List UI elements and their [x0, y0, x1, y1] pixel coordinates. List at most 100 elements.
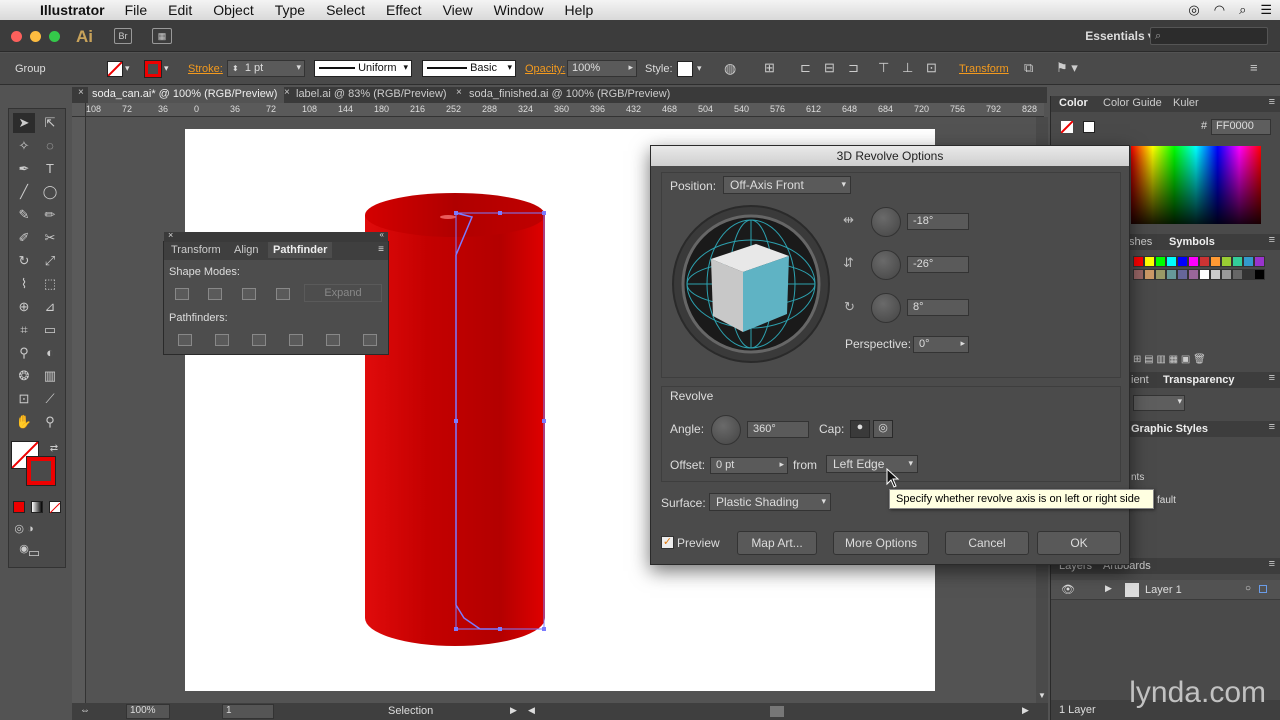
- menu-effect[interactable]: Effect: [386, 2, 422, 18]
- cap-on-button[interactable]: ●: [850, 420, 870, 438]
- ellipse-tool-icon[interactable]: ◯: [39, 182, 61, 202]
- unite-button[interactable]: [175, 288, 189, 300]
- anchor-point[interactable]: [454, 419, 458, 423]
- stroke-weight-field[interactable]: ⬍ 1 pt ▾: [227, 60, 305, 77]
- paintbrush-tool-icon[interactable]: ✎: [13, 205, 35, 225]
- offset-field[interactable]: 0 pt ▸: [710, 457, 788, 474]
- panel-menu-icon[interactable]: ≡: [1269, 234, 1275, 246]
- minus-back-button[interactable]: [363, 334, 377, 346]
- close-tab-icon[interactable]: ×: [456, 87, 462, 98]
- swatch[interactable]: [1243, 256, 1254, 267]
- panel-menu-icon[interactable]: ≡: [1269, 372, 1275, 384]
- line-tool-icon[interactable]: ╱: [13, 182, 35, 202]
- merge-button[interactable]: [252, 334, 266, 346]
- tab-align[interactable]: Align: [234, 244, 258, 256]
- brush-definition[interactable]: Basic ▾: [422, 60, 516, 77]
- artboard-number-field[interactable]: 1: [222, 704, 274, 719]
- isolate-group-icon[interactable]: ⧉: [1024, 60, 1033, 76]
- rotate-z-field[interactable]: 8°: [907, 299, 969, 316]
- layer-color-icon[interactable]: [1259, 585, 1267, 593]
- track-cube-widget[interactable]: [671, 204, 831, 364]
- swatch[interactable]: [1155, 256, 1166, 267]
- fill-swatch[interactable]: [107, 61, 123, 77]
- swatch[interactable]: [1133, 269, 1144, 280]
- transform-panel-link[interactable]: Transform: [959, 63, 1009, 75]
- anchor-point[interactable]: [498, 627, 502, 631]
- align-left-icon[interactable]: ⊏: [800, 60, 811, 76]
- swatch[interactable]: [1144, 269, 1155, 280]
- layer-row[interactable]: 👁 ▶ Layer 1 ○: [1051, 580, 1280, 600]
- tab-transform[interactable]: Transform: [171, 244, 221, 256]
- swatch[interactable]: [1188, 256, 1199, 267]
- menu-window[interactable]: Window: [494, 2, 544, 18]
- gradient-mode-icon[interactable]: [31, 501, 43, 513]
- direct-selection-tool-icon[interactable]: ⇱: [39, 113, 61, 133]
- tab-swatches[interactable]: shes: [1129, 236, 1152, 248]
- ruler-origin[interactable]: [72, 103, 86, 117]
- perspective-field[interactable]: 0° ▸: [913, 336, 969, 353]
- anchor-point[interactable]: [542, 419, 546, 423]
- menu-type[interactable]: Type: [275, 2, 305, 18]
- graphic-style-swatch[interactable]: [677, 61, 693, 77]
- close-panel-icon[interactable]: ×: [168, 230, 173, 240]
- blend-mode-dropdown[interactable]: ▾: [1133, 395, 1185, 411]
- spotlight-search-icon[interactable]: ⌕: [1239, 2, 1246, 18]
- color-mode-icon[interactable]: [13, 501, 25, 513]
- align-top-icon[interactable]: ⊤: [878, 60, 889, 76]
- stroke-swatch[interactable]: [144, 60, 162, 78]
- pen-tool-icon[interactable]: ✒: [13, 159, 35, 179]
- control-bar-menu-icon[interactable]: ≡: [1250, 60, 1258, 75]
- swatch[interactable]: [1155, 269, 1166, 280]
- map-art-button[interactable]: Map Art...: [737, 531, 817, 555]
- selection-tool-icon[interactable]: ➤: [13, 113, 35, 133]
- target-icon[interactable]: ○: [1245, 583, 1251, 594]
- menu-edit[interactable]: Edit: [168, 2, 192, 18]
- swatch[interactable]: [1199, 256, 1210, 267]
- stroke-panel-link[interactable]: Stroke:: [188, 63, 223, 75]
- fill-dropdown-icon[interactable]: ▾: [125, 63, 130, 74]
- rotate-y-field[interactable]: -26°: [907, 256, 969, 273]
- angle-knob[interactable]: [711, 415, 741, 445]
- status-menu-icon[interactable]: ▶: [510, 705, 517, 716]
- stroke-indicator[interactable]: [1083, 121, 1095, 133]
- crop-button[interactable]: [289, 334, 303, 346]
- swatch[interactable]: [1210, 256, 1221, 267]
- swatch[interactable]: [1166, 256, 1177, 267]
- current-tool-status[interactable]: Selection: [388, 705, 433, 717]
- gradient-tool-icon[interactable]: ▭: [39, 320, 61, 340]
- scissors-tool-icon[interactable]: ✂: [39, 228, 61, 248]
- position-dropdown[interactable]: Off-Axis Front ▾: [723, 176, 851, 194]
- anchor-point[interactable]: [454, 211, 458, 215]
- visibility-eye-icon[interactable]: 👁: [1061, 583, 1075, 596]
- panel-menu-icon[interactable]: ≡: [1269, 96, 1275, 108]
- opacity-field[interactable]: 100% ▸: [567, 60, 637, 77]
- graph-tool-icon[interactable]: ▥: [39, 366, 61, 386]
- slice-tool-icon[interactable]: ⟋: [39, 389, 61, 409]
- preview-checkbox[interactable]: ✓: [661, 536, 674, 549]
- pencil-tool-icon[interactable]: ✏: [39, 205, 61, 225]
- panel-menu-icon[interactable]: ≡: [378, 244, 384, 255]
- wifi-icon[interactable]: ◠: [1214, 2, 1225, 18]
- tab-color[interactable]: Color: [1059, 97, 1088, 109]
- notification-list-icon[interactable]: ☰: [1260, 2, 1272, 18]
- none-mode-icon[interactable]: [49, 501, 61, 514]
- swatch-grid[interactable]: [1133, 256, 1273, 336]
- swatch[interactable]: [1243, 269, 1254, 280]
- bridge-button[interactable]: Br: [114, 28, 132, 44]
- swatch[interactable]: [1133, 256, 1144, 267]
- blend-tool-icon[interactable]: ◐: [39, 343, 61, 363]
- free-transform-tool-icon[interactable]: ⬚: [39, 274, 61, 294]
- cap-off-button[interactable]: ◎: [873, 420, 893, 438]
- opacity-panel-link[interactable]: Opacity:: [525, 63, 565, 75]
- swatch[interactable]: [1232, 256, 1243, 267]
- tab-graphic-styles[interactable]: Graphic Styles: [1131, 423, 1208, 435]
- outline-button[interactable]: [326, 334, 340, 346]
- tab-transparency[interactable]: Transparency: [1163, 374, 1235, 386]
- stroke-color-box[interactable]: [26, 456, 56, 486]
- perspective-grid-tool-icon[interactable]: ⊿: [39, 297, 61, 317]
- layer-name[interactable]: Layer 1: [1145, 584, 1182, 596]
- swatches-footer-icons[interactable]: ⊞ ▤ ▥ ▦ ▣ 🗑: [1133, 354, 1273, 366]
- menu-select[interactable]: Select: [326, 2, 365, 18]
- screen-mode-icon[interactable]: ▭: [23, 543, 45, 563]
- type-tool-icon[interactable]: T: [39, 159, 61, 179]
